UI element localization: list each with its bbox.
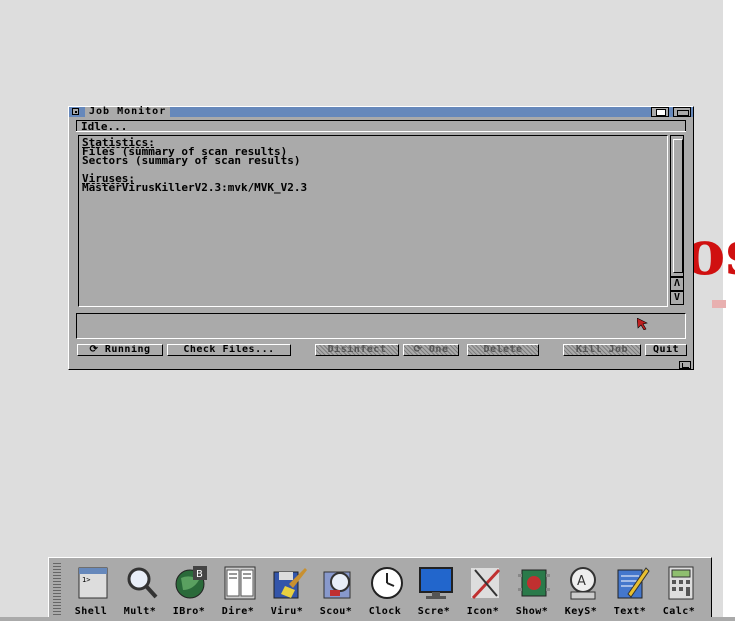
- dock-item-calc[interactable]: Calc*: [655, 564, 703, 620]
- floppy-broom-icon: [273, 568, 307, 599]
- scrollbar-knob[interactable]: [673, 139, 683, 273]
- dock-item-ibro[interactable]: B IBro*: [165, 564, 213, 620]
- magnifier-icon: [127, 567, 158, 599]
- disinfect-button[interactable]: Disinfect: [315, 344, 399, 356]
- dock-item-shell[interactable]: 1> Shell: [67, 564, 115, 620]
- clock-icon: [371, 567, 403, 599]
- dock-item-label: Viru*: [270, 606, 304, 617]
- background-logo-shadow: [712, 300, 726, 308]
- delete-button[interactable]: Delete: [467, 344, 539, 356]
- window-titlebar[interactable]: Job Monitor: [69, 107, 693, 117]
- dock-item-label: Scre*: [417, 606, 451, 617]
- dock-item-label: Clock: [368, 606, 402, 617]
- desktop-edge: [723, 0, 735, 621]
- status-field: Idle...: [76, 120, 686, 132]
- running-button[interactable]: ⟳ Running: [77, 344, 163, 356]
- dock-item-label: Icon*: [466, 606, 500, 617]
- scout-icon: [323, 571, 351, 599]
- resize-icon[interactable]: [679, 361, 691, 369]
- scroll-up-icon[interactable]: Λ: [670, 277, 684, 291]
- dock-item-text[interactable]: Text*: [606, 564, 654, 620]
- keyboard-search-icon: A: [570, 567, 596, 600]
- list-item: MasterVirusKillerV2.3:mvk/MVK_V2.3: [82, 181, 308, 194]
- dock-item-viru[interactable]: Viru*: [263, 564, 311, 620]
- svg-text:1>: 1>: [82, 576, 90, 584]
- list-item: Sectors (summary of scan results): [82, 154, 301, 167]
- dock-item-label: Shell: [74, 606, 108, 617]
- dock-item-label: Show*: [515, 606, 549, 617]
- shell-icon: 1>: [78, 567, 108, 599]
- dock-item-label: KeyS*: [564, 606, 598, 617]
- scroll-down-icon[interactable]: V: [670, 291, 684, 305]
- dock-item-dire[interactable]: Dire*: [214, 564, 262, 620]
- check-files-button[interactable]: Check Files...: [167, 344, 291, 356]
- dock-item-show[interactable]: Show*: [508, 564, 556, 620]
- dock-item-clock[interactable]: Clock: [361, 564, 409, 620]
- mouse-pointer-icon: [637, 318, 648, 330]
- calculator-icon: [668, 566, 694, 600]
- clone-button[interactable]: ⟳ One: [403, 344, 459, 356]
- dock-item-keys[interactable]: A KeyS*: [557, 564, 605, 620]
- dock-item-icon[interactable]: Icon*: [459, 564, 507, 620]
- icon-editor-icon: [471, 568, 501, 600]
- window-title: Job Monitor: [85, 107, 171, 117]
- job-monitor-window: Job Monitor Idle... Statistics: Files (su…: [68, 106, 694, 370]
- depth-icon[interactable]: [651, 107, 669, 117]
- results-listview[interactable]: Statistics: Files (summary of scan result…: [78, 135, 668, 307]
- kill-job-button[interactable]: Kill Job: [563, 344, 641, 356]
- message-field: [76, 313, 686, 339]
- dock-item-scou[interactable]: Scou*: [312, 564, 360, 620]
- dock-item-label: Mult*: [123, 606, 157, 617]
- dock-bar: 1> Shell Mult* B IBro* Dire* Viru* Scou* Clock Sc…: [48, 557, 712, 621]
- close-icon[interactable]: [72, 108, 79, 115]
- quit-button[interactable]: Quit: [645, 344, 687, 356]
- dock-item-label: IBro*: [172, 606, 206, 617]
- dock-item-label: Dire*: [221, 606, 255, 617]
- dock-item-mult[interactable]: Mult*: [116, 564, 164, 620]
- show-chip-icon: [518, 569, 550, 597]
- svg-text:A: A: [577, 574, 586, 589]
- notepad-pencil-icon: [617, 567, 650, 599]
- globe-browser-icon: B: [175, 566, 207, 599]
- svg-text:B: B: [196, 569, 203, 580]
- dock-item-label: Calc*: [662, 606, 696, 617]
- dock-item-scre[interactable]: Scre*: [410, 564, 458, 620]
- screen-monitor-icon: [419, 567, 453, 599]
- scrollbar[interactable]: [670, 135, 684, 277]
- dock-item-label: Scou*: [319, 606, 353, 617]
- zoom-icon[interactable]: [673, 107, 691, 117]
- directory-opus-icon: [224, 566, 256, 600]
- dock-item-label: Text*: [613, 606, 647, 617]
- dock-bottom-edge: [0, 617, 735, 621]
- dock-drag-handle[interactable]: [53, 562, 61, 618]
